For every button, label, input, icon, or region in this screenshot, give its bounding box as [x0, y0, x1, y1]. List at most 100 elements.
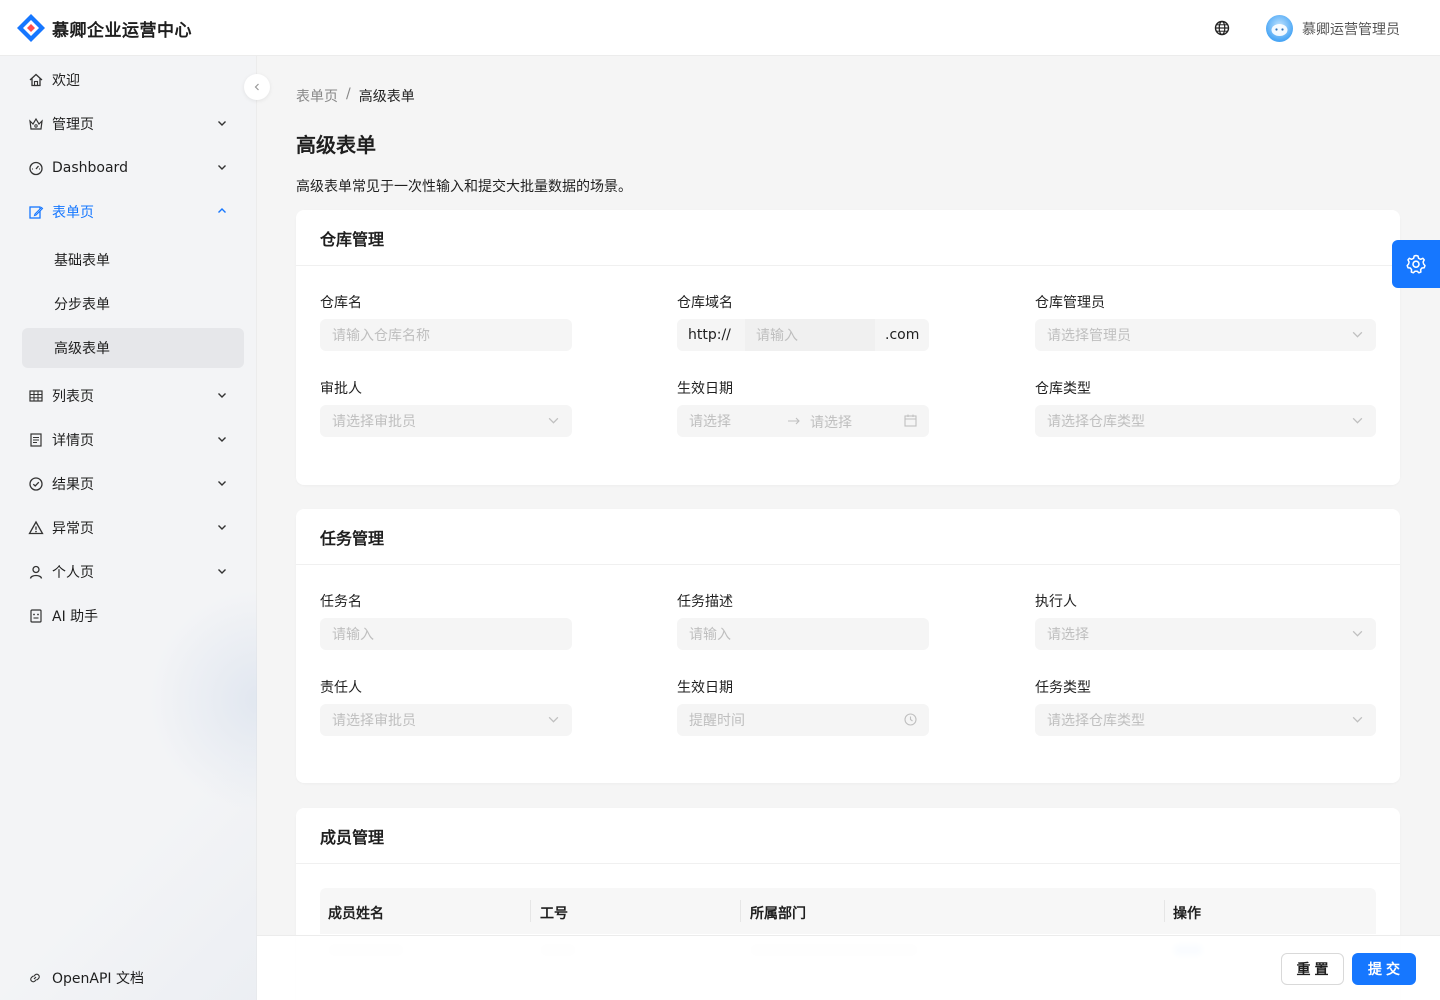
- chevron-down-icon: [1352, 331, 1363, 338]
- warehouse-admin-label: 仓库管理员: [1035, 295, 1105, 311]
- owner-select[interactable]: 请选择审批员: [320, 704, 572, 736]
- member-card-title: 成员管理: [296, 808, 1400, 864]
- sidebar-subitem-advanced-form[interactable]: 高级表单: [22, 328, 244, 368]
- column-header-actions: 操作: [1173, 906, 1201, 922]
- sidebar-item-result[interactable]: 结果页: [22, 464, 244, 504]
- chevron-down-icon: [218, 393, 226, 398]
- warehouse-type-placeholder: 请选择仓库类型: [1047, 414, 1145, 430]
- task-type-placeholder: 请选择仓库类型: [1047, 713, 1145, 729]
- clock-icon: [904, 713, 917, 726]
- member-table: 成员姓名 工号 所属部门 操作: [320, 888, 1376, 956]
- column-divider: [1164, 900, 1165, 922]
- warehouse-name-input[interactable]: 请输入仓库名称: [320, 319, 572, 351]
- column-header-department: 所属部门: [750, 906, 806, 922]
- footer-toolbar: [257, 935, 1440, 1000]
- task-type-label: 任务类型: [1035, 680, 1091, 696]
- column-header-name: 成员姓名: [328, 906, 384, 922]
- task-name-label: 任务名: [320, 594, 362, 610]
- form-edit-icon: [29, 206, 44, 219]
- sidebar-item-label: 列表页: [52, 389, 94, 405]
- sidebar-item-list[interactable]: 列表页: [22, 376, 244, 416]
- reminder-time-placeholder: 提醒时间: [689, 713, 745, 729]
- chevron-down-icon: [218, 569, 226, 574]
- table-icon: [29, 390, 43, 402]
- sidebar-collapse-button[interactable]: [244, 74, 270, 100]
- chevron-down-icon: [1352, 417, 1363, 424]
- executor-label: 执行人: [1035, 594, 1077, 610]
- reminder-time-picker[interactable]: 提醒时间: [677, 704, 929, 736]
- settings-drawer-button[interactable]: [1392, 240, 1440, 288]
- approver-label: 审批人: [320, 381, 362, 397]
- sidebar-item-dashboard[interactable]: Dashboard: [22, 148, 244, 188]
- chevron-down-icon: [548, 417, 559, 424]
- warehouse-domain-input-group: http:// 请输入 .com: [677, 319, 929, 351]
- chevron-down-icon: [1352, 630, 1363, 637]
- column-divider: [530, 900, 531, 922]
- sidebar-item-label: Dashboard: [52, 160, 128, 176]
- chevron-down-icon: [548, 716, 559, 723]
- sidebar-item-label: 结果页: [52, 477, 94, 493]
- sidebar-item-welcome[interactable]: 欢迎: [22, 60, 244, 100]
- task-desc-label: 任务描述: [677, 594, 733, 610]
- chevron-left-icon: [254, 83, 259, 91]
- calendar-icon: [904, 414, 917, 427]
- sidebar-subitem-basic-form[interactable]: 基础表单: [22, 240, 244, 280]
- task-desc-input[interactable]: 请输入: [677, 618, 929, 650]
- sidebar-item-label: 管理页: [52, 117, 94, 133]
- reset-button[interactable]: 重置: [1281, 953, 1344, 985]
- breadcrumb-separator: /: [346, 86, 351, 102]
- sidebar-item-account[interactable]: 个人页: [22, 552, 244, 592]
- task-card-title: 任务管理: [296, 509, 1400, 565]
- date-range-start[interactable]: 请选择: [689, 411, 731, 431]
- owner-label: 责任人: [320, 680, 362, 696]
- approver-select[interactable]: 请选择审批员: [320, 405, 572, 437]
- warning-icon: [28, 520, 44, 535]
- chevron-down-icon: [218, 165, 226, 170]
- task-name-input[interactable]: 请输入: [320, 618, 572, 650]
- warehouse-card: 仓库管理 仓库名 请输入仓库名称 仓库域名 http:// 请输入 .com 仓…: [296, 210, 1400, 485]
- sidebar-item-label: 欢迎: [52, 73, 80, 89]
- openapi-docs-link[interactable]: OpenAPI 文档: [28, 968, 144, 988]
- sidebar-item-forms[interactable]: 表单页: [22, 192, 244, 232]
- warehouse-card-title: 仓库管理: [296, 210, 1400, 266]
- member-table-header: 成员姓名 工号 所属部门 操作: [320, 888, 1376, 934]
- chevron-up-icon: [218, 208, 226, 213]
- avatar[interactable]: [1266, 15, 1293, 42]
- owner-placeholder: 请选择审批员: [332, 713, 416, 729]
- task-type-select[interactable]: 请选择仓库类型: [1035, 704, 1376, 736]
- warehouse-type-select[interactable]: 请选择仓库类型: [1035, 405, 1376, 437]
- warehouse-domain-input[interactable]: 请输入: [745, 319, 875, 351]
- warehouse-admin-select[interactable]: 请选择管理员: [1035, 319, 1376, 351]
- effective-date-label: 生效日期: [677, 381, 733, 397]
- check-circle-icon: [29, 477, 43, 491]
- sidebar-item-label: 异常页: [52, 521, 94, 537]
- chevron-down-icon: [1352, 716, 1363, 723]
- page-title: 高级表单: [296, 133, 376, 157]
- home-icon: [29, 73, 43, 87]
- executor-placeholder: 请选择: [1047, 627, 1089, 643]
- sidebar-item-admin[interactable]: 管理页: [22, 104, 244, 144]
- breadcrumb-item-forms[interactable]: 表单页: [296, 86, 338, 106]
- dashboard-icon: [29, 161, 43, 176]
- user-name[interactable]: 慕卿运营管理员: [1302, 19, 1400, 39]
- sidebar-item-exception[interactable]: 异常页: [22, 508, 244, 548]
- arrow-right-icon: [788, 417, 800, 425]
- gear-icon: [1406, 254, 1426, 274]
- sidebar-item-ai-assistant[interactable]: AI 助手: [22, 596, 244, 636]
- app-title[interactable]: 慕卿企业运营中心: [52, 16, 192, 41]
- sidebar-item-detail[interactable]: 详情页: [22, 420, 244, 460]
- sidebar-item-label: 详情页: [52, 433, 94, 449]
- user-icon: [29, 565, 43, 579]
- warehouse-name-label: 仓库名: [320, 295, 362, 311]
- date-range-end[interactable]: 请选择: [810, 412, 852, 432]
- executor-select[interactable]: 请选择: [1035, 618, 1376, 650]
- chevron-down-icon: [218, 121, 226, 126]
- logo-icon[interactable]: [16, 13, 46, 43]
- domain-suffix: .com: [875, 319, 929, 351]
- effective-date-range-picker[interactable]: 请选择 请选择: [677, 405, 929, 437]
- sidebar-item-label: 表单页: [52, 205, 94, 221]
- language-globe-icon[interactable]: [1212, 18, 1232, 38]
- chevron-down-icon: [218, 437, 226, 442]
- sidebar-subitem-step-form[interactable]: 分步表单: [22, 284, 244, 324]
- submit-button[interactable]: 提交: [1352, 953, 1416, 985]
